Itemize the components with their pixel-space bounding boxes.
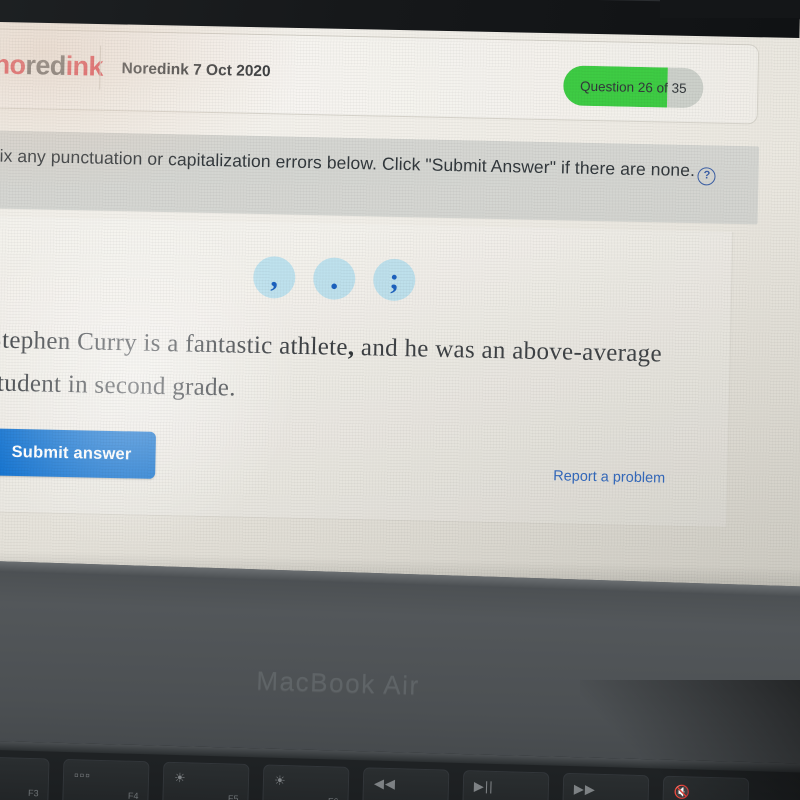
header-card: noredink Noredink 7 Oct 2020 Question 26… [0,27,760,125]
key-glyph-f9: ▶▶ [573,781,597,797]
key-glyph-f10: 🔇 [673,783,692,800]
screen-top-bezel-right [660,0,800,18]
logo-text-ink: ink [65,50,104,82]
semicolon-button[interactable]: ; [372,258,416,302]
function-key[interactable]: ◀◀ F7 [362,767,450,800]
assignment-title: Noredink 7 Oct 2020 [121,60,271,81]
instruction-text: Fix any punctuation or capitalization er… [0,145,696,181]
function-key[interactable]: ☀ F5 [162,761,250,800]
question-progress-pill: Question 26 of 35 [562,65,704,109]
punctuation-button-row: , . ; [252,255,416,302]
photo-of-laptop-screen: noredink Noredink 7 Oct 2020 Question 26… [0,0,800,800]
key-glyph-f3: ▤▤ [0,764,1,780]
comma-button[interactable]: , [252,255,296,299]
noredink-logo[interactable]: noredink [0,49,104,82]
key-label-f6: F6 [328,796,339,800]
key-label-f5: F5 [227,793,239,800]
submit-answer-button[interactable]: Submit answer [0,428,157,479]
question-card: , . ; Stephen Curry is a fantastic athle… [0,215,734,528]
progress-label: Question 26 of 35 [579,78,687,96]
sentence-part-1: Stephen Curry is a fantastic athlete [0,326,349,361]
logo-text-no: no [0,49,26,81]
function-key[interactable]: ▫▫▫ F4 [62,758,150,800]
function-key[interactable]: ▶|| F8 [462,770,550,800]
instruction-text-wrapper: Fix any punctuation or capitalization er… [0,144,719,186]
key-glyph-f8: ▶|| [473,778,494,794]
period-button[interactable]: . [312,257,356,301]
key-label-f3: F3 [27,787,39,799]
question-sentence[interactable]: Stephen Curry is a fantastic athlete, an… [0,318,668,418]
logo-text-red: red [25,50,67,81]
function-key[interactable]: ▶▶ F9 [561,772,650,800]
function-key[interactable]: 🔇 F10 [661,775,750,800]
instruction-band: Fix any punctuation or capitalization er… [0,129,760,225]
function-key[interactable]: ☀ F6 [262,764,350,800]
key-glyph-f4: ▫▫▫ [73,767,92,783]
key-label-f4: F4 [127,790,139,800]
key-glyph-f7: ◀◀ [373,775,397,792]
help-icon[interactable]: ? [697,167,717,186]
report-a-problem-link[interactable]: Report a problem [553,468,665,486]
laptop-screen: noredink Noredink 7 Oct 2020 Question 26… [0,2,800,621]
macbook-model-label: MacBook Air [255,665,421,701]
key-glyph-f6: ☀ [273,772,287,789]
function-key[interactable]: ▤▤ F3 [0,756,50,800]
key-glyph-f5: ☀ [173,769,187,786]
